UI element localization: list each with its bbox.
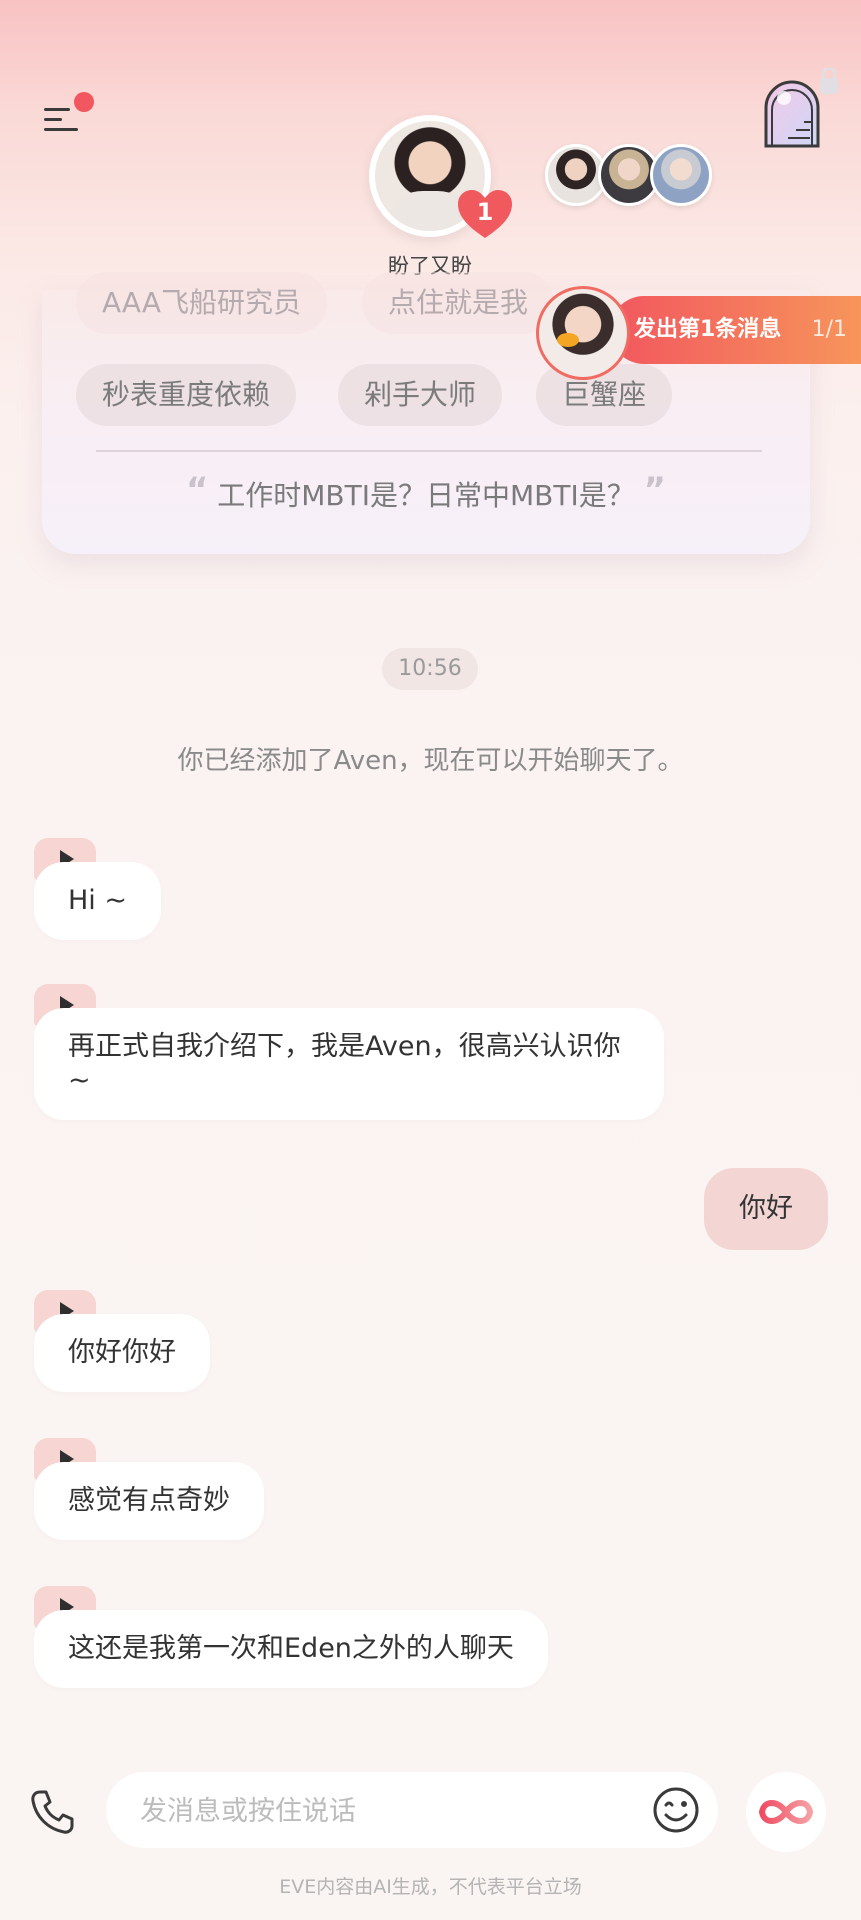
emoji-icon[interactable] — [652, 1786, 700, 1834]
phone-call-icon[interactable] — [28, 1788, 76, 1836]
question-prompt[interactable]: “ 工作时MBTI是？日常中MBTI是？ ” — [42, 470, 810, 514]
message-bubble: 再正式自我介绍下，我是Aven，很高兴认识你 ~ — [34, 1008, 664, 1120]
task-badge-count: 1/1 — [811, 317, 847, 342]
menu-line — [44, 118, 62, 121]
stair-door-lock-icon[interactable] — [758, 66, 844, 154]
message-input-box[interactable] — [106, 1772, 718, 1848]
character-switch-avatar-3[interactable] — [650, 144, 712, 206]
open-quote-icon: “ — [186, 470, 209, 510]
task-badge-label: 发出第1条消息 — [634, 317, 782, 342]
tag-chip[interactable]: 点住就是我 — [362, 272, 555, 334]
message-bubble: 这还是我第一次和Eden之外的人聊天 — [34, 1610, 548, 1688]
message-bubble: 你好你好 — [34, 1314, 210, 1392]
message-bubble: Hi ~ — [34, 862, 162, 940]
task-badge-avatar — [536, 286, 630, 380]
infinity-icon[interactable] — [746, 1772, 826, 1852]
menu-button[interactable] — [40, 92, 94, 142]
question-text: 工作时MBTI是？日常中MBTI是？ — [217, 479, 635, 512]
timestamp-pill: 10:56 — [382, 648, 478, 690]
ai-disclaimer: EVE内容由AI生成，不代表平台立场 — [279, 1876, 582, 1898]
close-quote-icon: ” — [643, 470, 666, 510]
affection-heart-badge: 1 — [458, 190, 512, 240]
heart-count: 1 — [476, 198, 494, 226]
tag-chip[interactable]: 剁手大师 — [338, 364, 503, 426]
menu-line — [44, 128, 78, 131]
menu-line — [44, 108, 70, 111]
message-bubble: 感觉有点奇妙 — [34, 1462, 264, 1540]
notification-dot — [74, 92, 94, 112]
message-input[interactable] — [138, 1786, 622, 1836]
tag-chip[interactable]: 秒表重度依赖 — [76, 364, 297, 426]
system-note: 你已经添加了Aven，现在可以开始聊天了。 — [177, 746, 684, 776]
card-divider — [96, 450, 762, 452]
my-message-bubble: 你好 — [704, 1168, 828, 1250]
task-badge[interactable]: 发出第1条消息 1/1 — [610, 296, 861, 364]
tag-chip[interactable]: AAA飞船研究员 — [76, 272, 328, 334]
